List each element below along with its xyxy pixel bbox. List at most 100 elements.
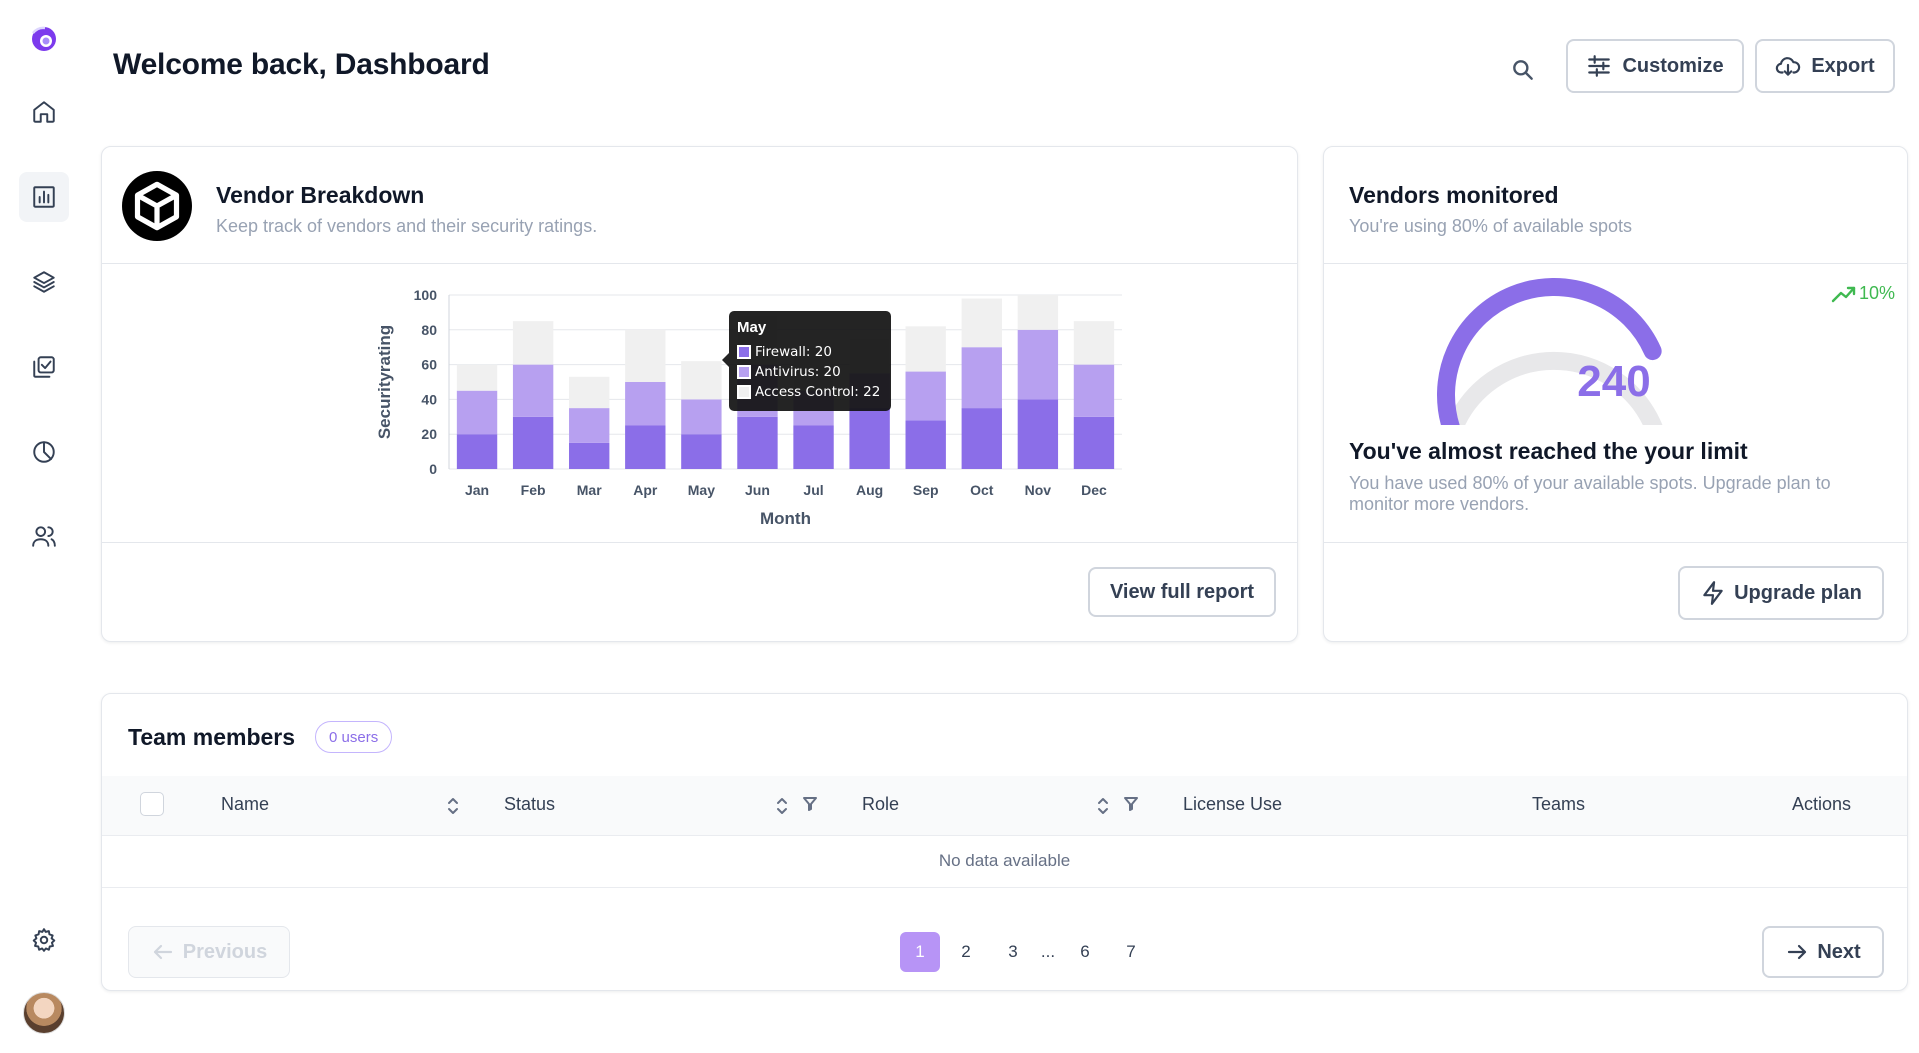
x-tick-label: Aug: [856, 482, 883, 498]
x-tick-label: Apr: [633, 482, 658, 498]
vendor-card-divider: [102, 263, 1297, 264]
bar-segment-access-control: [625, 329, 666, 382]
sort-icon: [777, 798, 787, 814]
cube-badge: [122, 171, 192, 241]
vendors-monitored-card: Vendors monitored You're using 80% of av…: [1323, 146, 1908, 642]
monitor-card-divider: [1324, 263, 1907, 264]
bar-segment-antivirus: [512, 364, 554, 417]
bar-segment-antivirus: [625, 382, 666, 426]
sort-status-icon[interactable]: [773, 796, 791, 821]
export-button[interactable]: Export: [1755, 39, 1895, 93]
column-header-actions: Actions: [1792, 794, 1852, 814]
search-icon: [1513, 60, 1533, 80]
tooltip-arrow: [722, 353, 729, 367]
bar-segment-firewall: [512, 416, 554, 469]
bar-chart-icon: [33, 186, 55, 208]
page-button-1[interactable]: 1: [900, 932, 940, 972]
lightning-icon: [1703, 581, 1723, 605]
tooltip-row-label: Antivirus: 20: [755, 364, 841, 380]
next-page-button[interactable]: Next: [1762, 926, 1884, 978]
page-button-6[interactable]: 6: [1065, 932, 1105, 972]
bar-segment-antivirus: [1073, 364, 1115, 417]
limit-title: You've almost reached the your limit: [1349, 438, 1748, 464]
bar-segment-antivirus: [681, 399, 722, 435]
team-title: Team members: [128, 724, 296, 750]
page-button-7[interactable]: 7: [1111, 932, 1151, 972]
x-tick-label: Nov: [1025, 482, 1052, 498]
filter-status-icon[interactable]: [801, 794, 819, 819]
page-ellipsis: ...: [1040, 942, 1056, 961]
sort-role-icon[interactable]: [1094, 796, 1112, 821]
bar-segment-firewall: [681, 434, 722, 469]
column-header-name[interactable]: Name: [221, 794, 269, 815]
tooltip-row-label: Access Control: 22: [755, 384, 881, 400]
y-axis-label: Securityrating: [375, 325, 394, 439]
y-tick-label: 20: [421, 426, 437, 442]
antivirus-swatch: [737, 365, 751, 379]
y-tick-label: 100: [414, 287, 438, 303]
cube-icon: [134, 181, 180, 231]
previous-label: Previous: [182, 940, 268, 963]
bar-segment-firewall: [737, 416, 778, 469]
sidebar-item-reports[interactable]: [19, 427, 69, 477]
column-header-role[interactable]: Role: [862, 794, 899, 815]
bar-segment-firewall: [849, 408, 890, 469]
customize-button[interactable]: Customize: [1566, 39, 1744, 93]
sort-icon: [448, 798, 458, 814]
trending-up-icon: [1831, 286, 1856, 302]
bar-segment-antivirus: [569, 408, 610, 443]
select-all-checkbox[interactable]: [140, 792, 164, 816]
gauge-value: 240: [1577, 357, 1651, 406]
search-button[interactable]: [1503, 50, 1543, 90]
column-header-status[interactable]: Status: [504, 794, 555, 815]
column-header-teams: Teams: [1532, 794, 1586, 814]
gear-icon: [32, 928, 56, 952]
bar-segment-antivirus: [905, 371, 946, 421]
users-count-badge: 0 users: [315, 721, 393, 753]
page-button-3[interactable]: 3: [993, 932, 1033, 972]
x-tick-label: Jun: [745, 482, 770, 498]
x-axis-label: Month: [760, 509, 811, 528]
export-label: Export: [1811, 54, 1875, 77]
vendor-card-footer-divider: [102, 542, 1297, 543]
monitor-card-subtitle: You're using 80% of available spots: [1349, 216, 1632, 236]
table-header: Name Status Role License Use Teams Actio…: [102, 776, 1907, 836]
page-button-2[interactable]: 2: [946, 932, 986, 972]
tooltip-row: Firewall: 20: [737, 342, 883, 362]
view-full-report-button[interactable]: View full report: [1088, 567, 1276, 617]
app-logo[interactable]: [29, 24, 59, 54]
sort-name-icon[interactable]: [444, 796, 462, 821]
limit-text: You have used 80% of your available spot…: [1349, 473, 1831, 514]
arrow-left-icon: [153, 944, 172, 960]
bar-segment-access-control: [512, 321, 554, 365]
avatar[interactable]: [23, 992, 65, 1034]
sidebar-item-checklist[interactable]: [19, 342, 69, 392]
bar-segment-firewall: [456, 434, 498, 469]
y-tick-label: 60: [421, 357, 437, 373]
y-tick-label: 0: [429, 461, 437, 477]
check-square-icon: [33, 356, 55, 378]
upgrade-plan-button[interactable]: Upgrade plan: [1678, 566, 1884, 620]
x-tick-label: Sep: [913, 482, 939, 498]
sidebar-item-home[interactable]: [19, 87, 69, 137]
tooltip-title: May: [737, 319, 767, 336]
x-tick-label: Dec: [1081, 482, 1107, 498]
page-title: Welcome back, Dashboard: [113, 48, 490, 81]
sidebar-item-analytics[interactable]: [19, 172, 69, 222]
vendor-card-subtitle: Keep track of vendors and their security…: [216, 216, 598, 236]
sidebar-item-layers[interactable]: [19, 257, 69, 307]
x-tick-label: Jan: [465, 482, 489, 498]
sidebar: [0, 0, 88, 1053]
customize-label: Customize: [1622, 54, 1724, 77]
pie-chart-icon: [33, 441, 55, 463]
filter-role-icon[interactable]: [1122, 794, 1140, 819]
y-tick-label: 80: [421, 322, 437, 338]
upgrade-plan-label: Upgrade plan: [1734, 581, 1862, 604]
trend-indicator: 10%: [1831, 283, 1895, 304]
settings-button[interactable]: [19, 915, 69, 965]
filter-icon: [1124, 797, 1138, 811]
chart-tooltip: May Firewall: 20 Antivirus: 20 Access Co…: [722, 311, 891, 411]
previous-page-button[interactable]: Previous: [128, 926, 290, 978]
sidebar-item-users[interactable]: [19, 511, 69, 561]
bar-segment-access-control: [569, 376, 610, 409]
